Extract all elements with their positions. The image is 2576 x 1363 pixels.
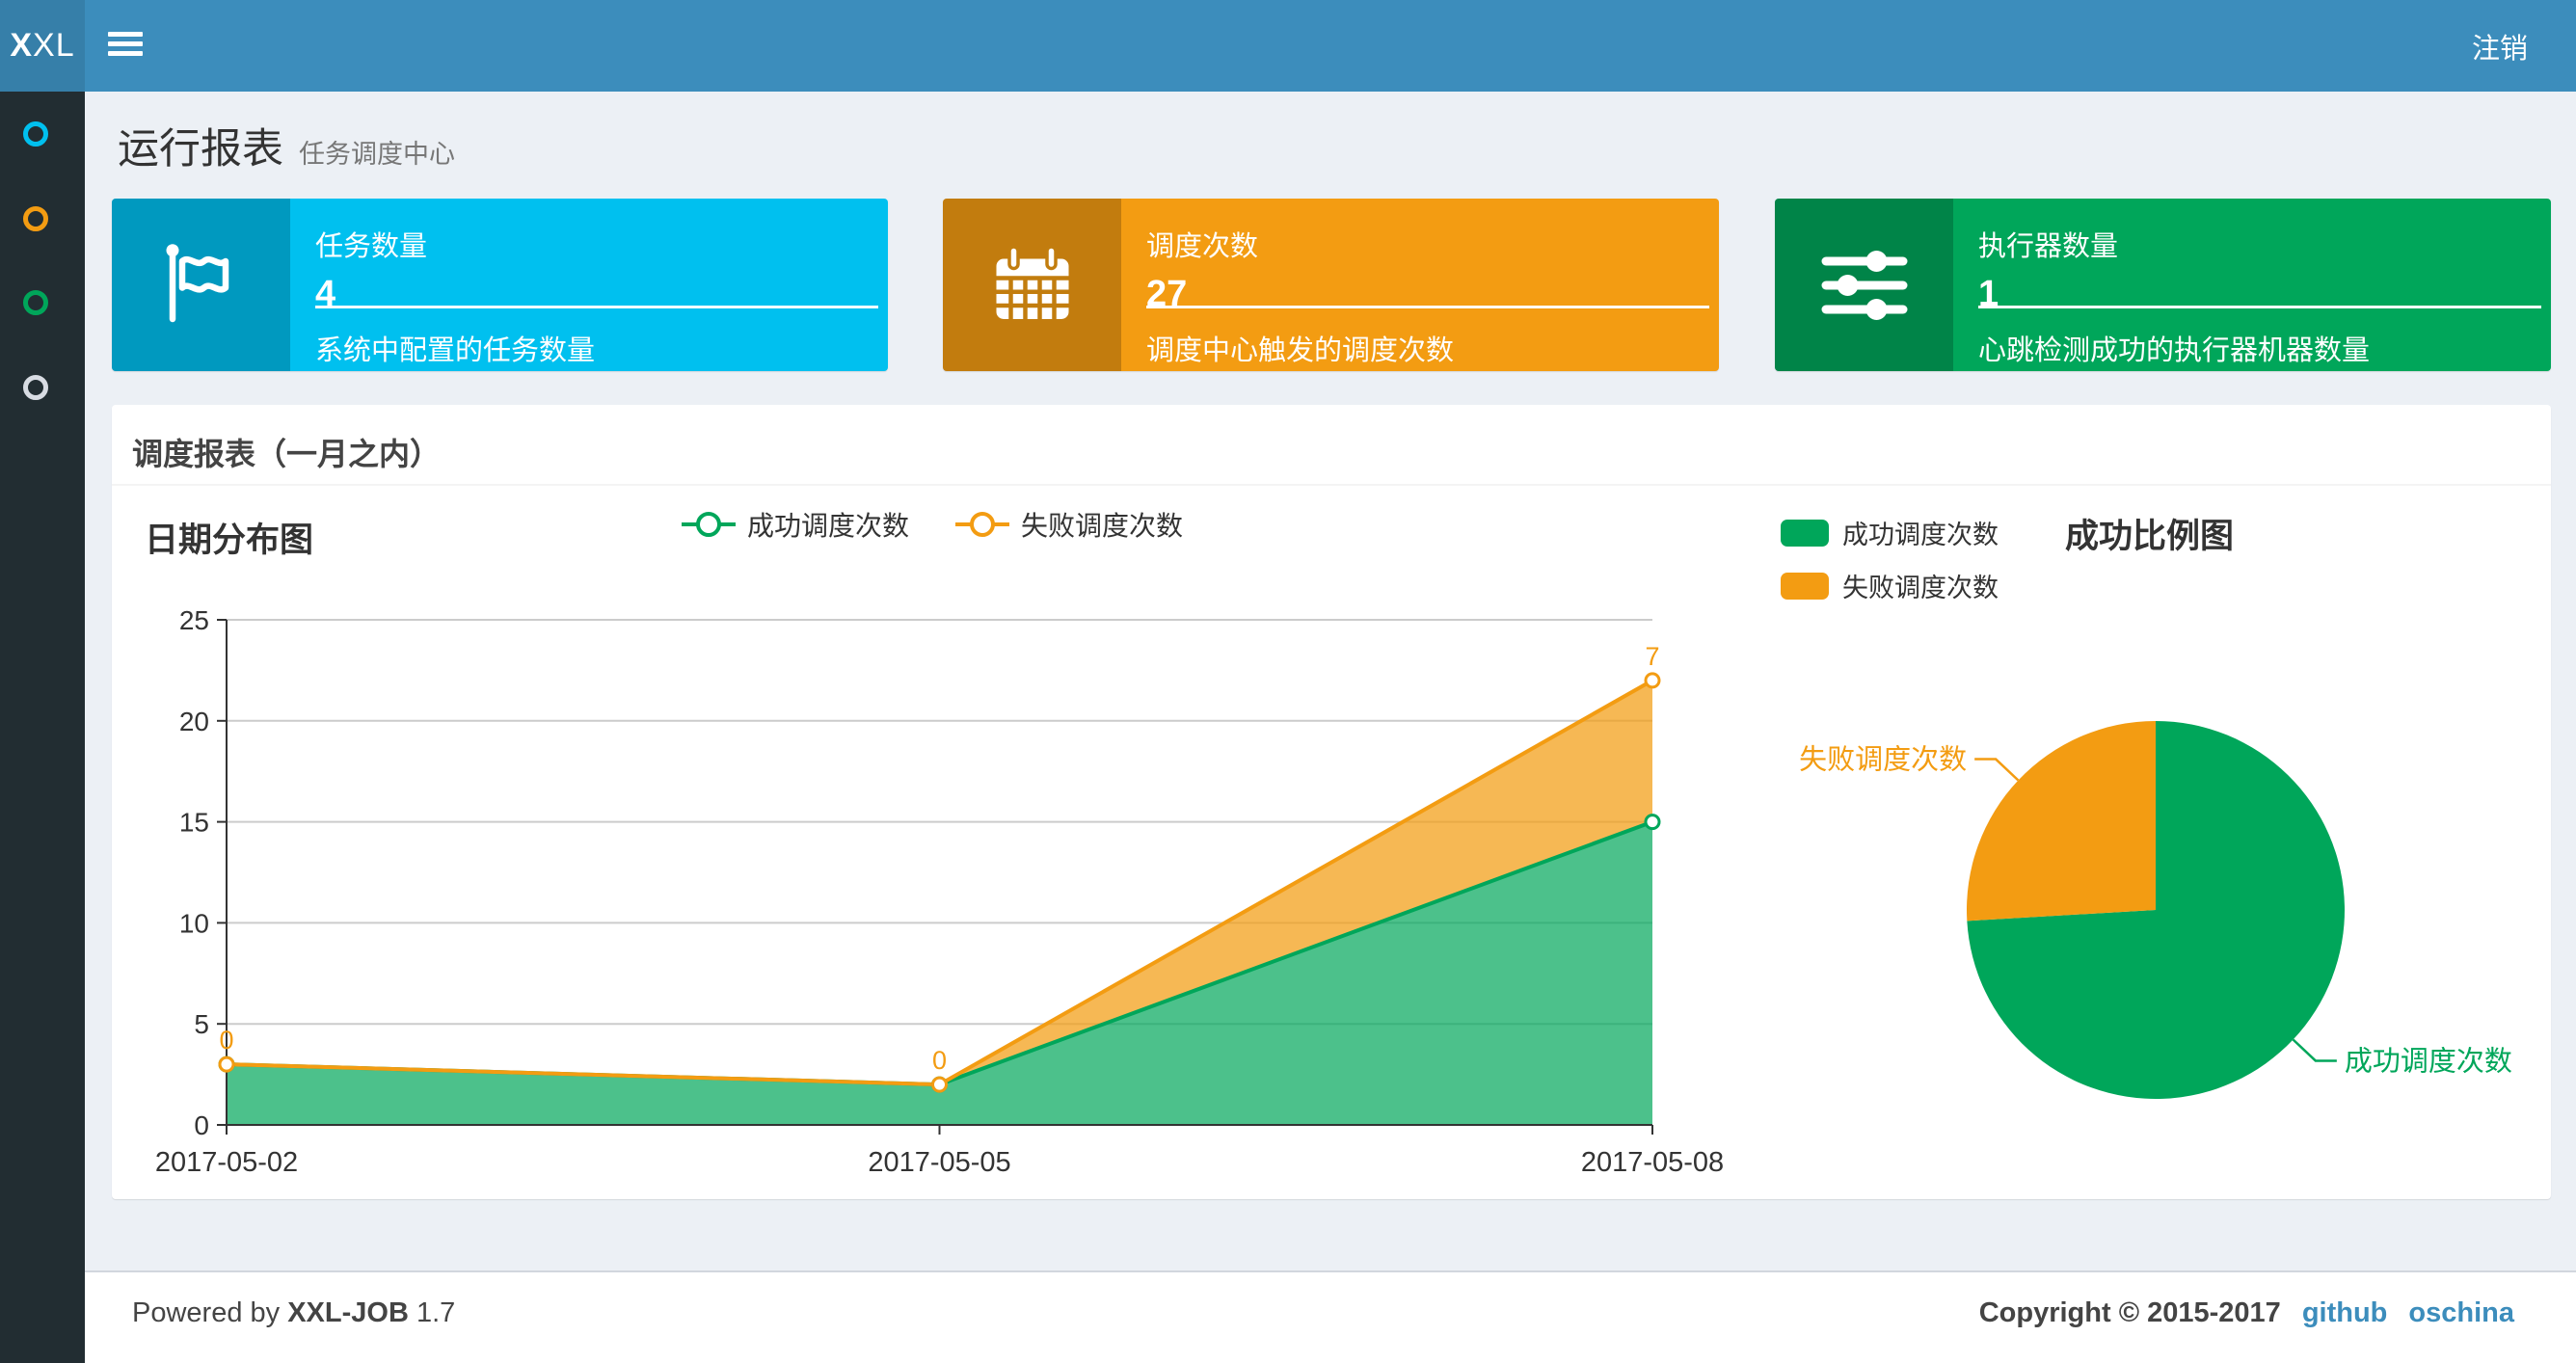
footer-version: 1.7 xyxy=(416,1297,456,1328)
sidebar-item-menu-job[interactable] xyxy=(23,205,48,231)
sliders-icon xyxy=(1775,199,1953,371)
footer-link-oschina[interactable]: oschina xyxy=(2408,1297,2514,1328)
flag-icon xyxy=(112,199,290,371)
info-box-divider xyxy=(315,306,878,308)
info-box-value: 1 xyxy=(1978,274,1999,314)
report-panel-title: 调度报表（一月之内） xyxy=(132,437,442,471)
svg-text:0: 0 xyxy=(932,1046,947,1075)
pie-chart-legend: 成功调度次数 失败调度次数 xyxy=(1781,514,1999,620)
svg-text:失败调度次数: 失败调度次数 xyxy=(1799,744,1967,776)
sidebar-toggle-icon[interactable] xyxy=(108,32,143,61)
info-box-desc: 调度中心触发的调度次数 xyxy=(1146,335,1455,366)
svg-text:2017-05-08: 2017-05-08 xyxy=(1581,1147,1724,1178)
legend-swatch xyxy=(1781,572,1829,600)
svg-text:5: 5 xyxy=(194,1009,209,1039)
svg-text:7: 7 xyxy=(1645,642,1659,671)
page-header: 运行报表 任务调度中心 xyxy=(118,116,455,175)
success-ratio-pie-chart: 成功调度次数 失败调度次数 xyxy=(1751,665,2551,1176)
pie-chart-title: 成功比例图 xyxy=(2065,518,2235,555)
legend-label: 失败调度次数 xyxy=(1842,574,1999,602)
sidebar-item-menu-report[interactable] xyxy=(23,121,48,147)
legend-item-line[interactable]: 成功调度次数 xyxy=(680,505,909,544)
page-subtitle: 任务调度中心 xyxy=(299,140,455,169)
footer-powered-by: Powered by XXL-JOB 1.7 xyxy=(132,1297,456,1328)
legend-label: 成功调度次数 xyxy=(746,511,909,541)
legend-label: 成功调度次数 xyxy=(1842,521,1999,549)
svg-text:2017-05-02: 2017-05-02 xyxy=(155,1147,298,1178)
svg-text:2017-05-05: 2017-05-05 xyxy=(868,1147,1010,1178)
footer: Powered by XXL-JOB 1.7 Copyright © 2015-… xyxy=(85,1270,2576,1363)
info-box-value: 4 xyxy=(315,274,336,314)
info-box-divider xyxy=(1978,306,2541,308)
date-distribution-chart: 0 5 10 15 20 25 2017-05-02 2017-05-05 2017-05-08… xyxy=(112,569,1751,1186)
svg-text:20: 20 xyxy=(179,707,209,736)
sidebar-item-menu-log[interactable] xyxy=(23,290,48,316)
footer-copyright: Copyright © 2015-2017 github oschina xyxy=(1978,1297,2514,1328)
top-navbar: X XL 注销 xyxy=(0,0,2576,92)
legend-swatch xyxy=(1781,519,1829,547)
svg-text:10: 10 xyxy=(179,908,209,938)
footer-link-github[interactable]: github xyxy=(2302,1297,2388,1328)
info-box-desc: 心跳检测成功的执行器机器数量 xyxy=(1978,335,2371,366)
legend-item-pie[interactable]: 成功调度次数 xyxy=(1781,514,1999,551)
svg-text:25: 25 xyxy=(179,605,209,635)
info-box-desc: 系统中配置的任务数量 xyxy=(315,335,596,366)
info-box-label: 执行器数量 xyxy=(1978,231,2119,262)
svg-text:0: 0 xyxy=(219,1026,233,1055)
info-box-executors: 执行器数量 1 心跳检测成功的执行器机器数量 xyxy=(1775,199,2551,371)
info-box-triggers: 调度次数 27 调度中心触发的调度次数 xyxy=(943,199,1719,371)
info-box-jobs: 任务数量 4 系统中配置的任务数量 xyxy=(112,199,888,371)
app-logo[interactable]: X XL xyxy=(0,0,85,92)
calendar-icon xyxy=(943,199,1121,371)
logout-link[interactable]: 注销 xyxy=(2472,0,2528,92)
info-box-value: 27 xyxy=(1146,274,1188,314)
footer-product: XXL-JOB xyxy=(287,1297,409,1328)
panel-header-divider xyxy=(112,484,2551,486)
svg-text:15: 15 xyxy=(179,808,209,838)
legend-label: 失败调度次数 xyxy=(1021,511,1184,541)
svg-text:0: 0 xyxy=(194,1110,209,1140)
sidebar xyxy=(0,92,85,1363)
info-box-label: 任务数量 xyxy=(315,231,428,262)
logo-text: XL xyxy=(33,27,75,64)
legend-item-line[interactable]: 失败调度次数 xyxy=(953,505,1183,544)
info-box-divider xyxy=(1146,306,1709,308)
legend-item-pie[interactable]: 失败调度次数 xyxy=(1781,567,1999,604)
page-title: 运行报表 xyxy=(118,126,283,173)
svg-text:成功调度次数: 成功调度次数 xyxy=(2345,1045,2512,1077)
line-chart-legend: 成功调度次数 失败调度次数 xyxy=(112,505,1751,544)
info-box-label: 调度次数 xyxy=(1146,231,1259,262)
logo-text-bold: X xyxy=(10,27,34,64)
sidebar-item-menu-help[interactable] xyxy=(23,375,48,401)
